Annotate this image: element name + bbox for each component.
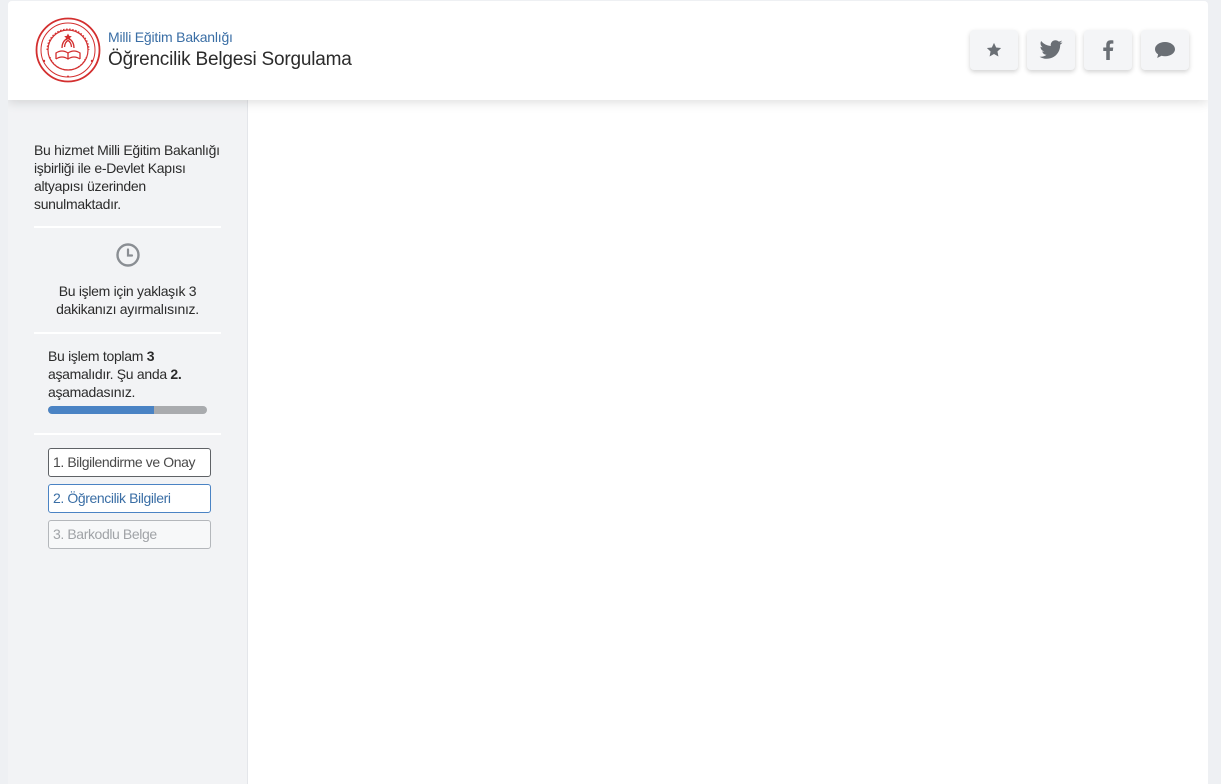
twitter-icon — [1039, 40, 1063, 59]
ministry-name[interactable]: Milli Eğitim Bakanlığı — [108, 29, 233, 45]
step-1-bilgilendirme[interactable]: 1. Bilgilendirme ve Onay — [48, 448, 211, 477]
favorite-button[interactable] — [970, 30, 1018, 70]
feedback-button[interactable] — [1141, 30, 1189, 70]
progress-bar — [48, 406, 207, 414]
divider — [34, 226, 221, 228]
comment-icon — [1155, 42, 1175, 58]
twitter-share-button[interactable] — [1027, 30, 1075, 70]
sidebar: Bu hizmet Milli Eğitim Bakanlığı işbirli… — [8, 100, 248, 784]
stage-info-prefix: Bu işlem toplam — [48, 348, 147, 364]
clock-icon — [116, 243, 140, 267]
header: Milli Eğitim Bakanlığı Öğrencilik Belges… — [8, 1, 1208, 100]
main-content — [248, 100, 1208, 784]
star-icon — [986, 42, 1002, 57]
meb-logo — [35, 17, 101, 83]
header-actions — [970, 30, 1189, 70]
progress-bar-fill — [48, 406, 155, 414]
service-info-text: Bu hizmet Milli Eğitim Bakanlığı işbirli… — [34, 142, 220, 212]
divider — [34, 332, 221, 334]
page-title: Öğrencilik Belgesi Sorgulama — [108, 49, 352, 70]
facebook-icon — [1103, 40, 1114, 60]
stage-info-text: Bu işlem toplam 3 aşamalıdır. Şu anda 2.… — [48, 347, 218, 401]
page-frame: Milli Eğitim Bakanlığı Öğrencilik Belges… — [8, 1, 1208, 784]
duration-text: Bu işlem için yaklaşık 3 dakikanızı ayır… — [56, 283, 199, 317]
facebook-share-button[interactable] — [1084, 30, 1132, 70]
step-3-barkodlu-belge: 3. Barkodlu Belge — [48, 520, 211, 549]
step-2-ogrencilik-bilgileri[interactable]: 2. Öğrencilik Bilgileri — [48, 484, 211, 513]
divider — [34, 433, 221, 435]
stage-current: 2. — [170, 366, 182, 382]
stage-info-middle: aşamalıdır. Şu anda — [48, 366, 171, 382]
stage-info-suffix: aşamadasınız. — [48, 384, 136, 400]
stage-total: 3 — [146, 348, 155, 364]
